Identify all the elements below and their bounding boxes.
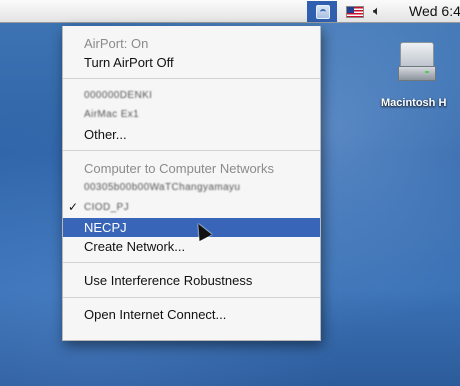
airport-status: AirPort: On [63, 34, 320, 53]
menu-separator [63, 150, 320, 151]
speaker-icon[interactable]: 🔈︎ [373, 3, 381, 19]
network-item-label: AirMac Ex1 [84, 109, 140, 120]
computer-network-label: 00305b00b00WaTChangyamayu [84, 182, 241, 193]
computer-network-item-2[interactable]: ✓ CIOD_PJ [63, 198, 320, 217]
create-network-item[interactable]: Create Network... [63, 237, 320, 256]
airport-icon [316, 5, 330, 19]
computer-networks-header-label: Computer to Computer Networks [84, 161, 275, 176]
hard-drive-label[interactable]: Macintosh H [381, 97, 446, 109]
hard-drive-body [398, 66, 436, 81]
computer-network-item-1[interactable]: 00305b00b00WaTChangyamayu [63, 178, 320, 197]
menu-separator [63, 297, 320, 298]
other-network-label: Other... [84, 127, 127, 142]
interference-robustness-label: Use Interference Robustness [84, 273, 253, 288]
menu-separator [63, 78, 320, 79]
network-item-label: 000000DENKI [84, 90, 153, 101]
airport-dropdown-menu: AirPort: On Turn AirPort Off 000000DENKI… [62, 26, 321, 341]
turn-airport-off-label: Turn AirPort Off [84, 55, 174, 70]
menu-separator [63, 262, 320, 263]
checkmark-icon: ✓ [68, 200, 79, 214]
airport-status-label: AirPort: On [84, 36, 149, 51]
us-flag-icon[interactable] [346, 6, 364, 18]
computer-networks-header: Computer to Computer Networks [63, 159, 320, 178]
airport-menu-extra[interactable] [307, 1, 337, 22]
open-internet-connect-label: Open Internet Connect... [84, 307, 227, 322]
computer-network-label: CIOD_PJ [84, 202, 130, 213]
network-item-1[interactable]: 000000DENKI [63, 86, 320, 105]
network-item-2[interactable]: AirMac Ex1 [63, 105, 320, 124]
menubar-clock[interactable]: Wed 6:4 [409, 3, 460, 19]
open-internet-connect-item[interactable]: Open Internet Connect... [63, 305, 320, 324]
menu-bar: 🔈︎ Wed 6:4 [0, 0, 460, 23]
interference-robustness-item[interactable]: Use Interference Robustness [63, 271, 320, 290]
necpj-network-label: NECPJ [84, 220, 127, 235]
hard-drive-light [425, 71, 429, 73]
other-network-item[interactable]: Other... [63, 125, 320, 144]
hard-drive-icon[interactable] [398, 42, 436, 81]
turn-airport-off-item[interactable]: Turn AirPort Off [63, 53, 320, 72]
create-network-label: Create Network... [84, 239, 186, 254]
